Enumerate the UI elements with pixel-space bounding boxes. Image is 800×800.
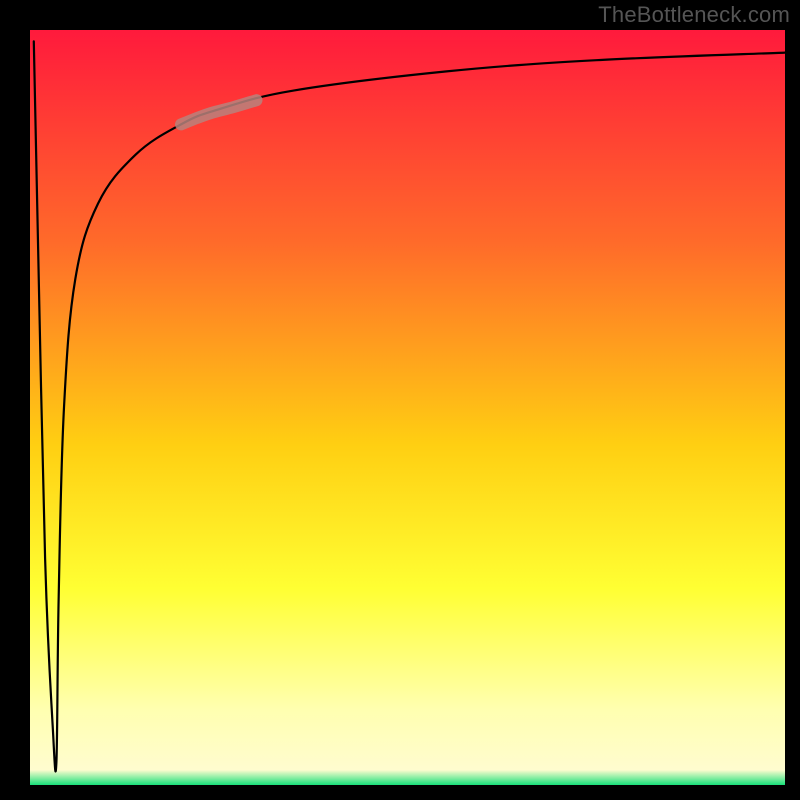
chart-frame: TheBottleneck.com	[0, 0, 800, 800]
gradient-background	[30, 30, 785, 785]
watermark-text: TheBottleneck.com	[598, 2, 790, 28]
chart-svg	[30, 30, 785, 785]
plot-area	[30, 30, 785, 785]
